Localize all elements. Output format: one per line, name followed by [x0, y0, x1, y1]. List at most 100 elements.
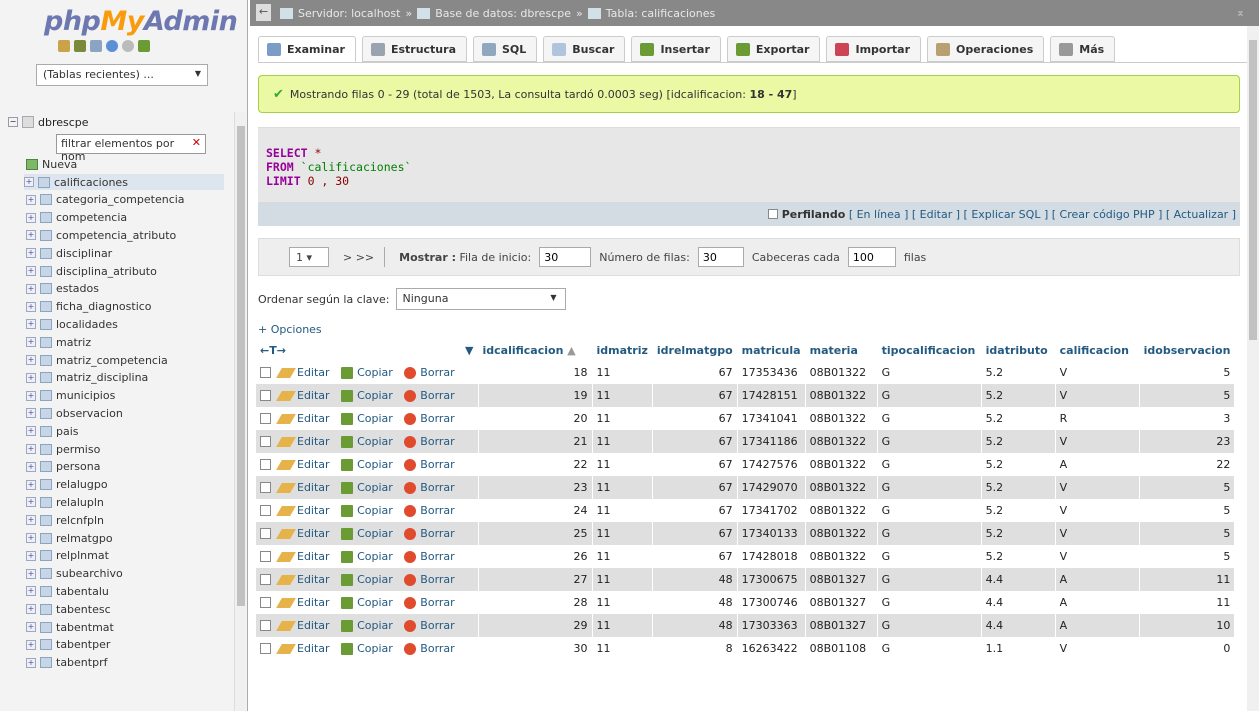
row-checkbox[interactable] — [260, 459, 271, 470]
cell-materia[interactable]: 08B01327 — [805, 568, 878, 591]
cell-idatributo[interactable]: 5.2 — [981, 522, 1056, 545]
cell-calificacion[interactable]: A — [1055, 614, 1140, 637]
page-select[interactable]: 1 ▾ — [289, 247, 329, 267]
cell-matricula[interactable]: 17341041 — [737, 407, 806, 430]
expand-icon[interactable]: + — [26, 533, 36, 543]
delete-link[interactable]: Borrar — [420, 435, 454, 448]
cell-matricula[interactable]: 16263422 — [737, 637, 806, 660]
copy-link[interactable]: Copiar — [357, 366, 393, 379]
cell-tipocalificacion[interactable]: G — [877, 430, 982, 453]
copy-link[interactable]: Copiar — [357, 458, 393, 471]
copy-link[interactable]: Copiar — [357, 642, 393, 655]
delete-link[interactable]: Borrar — [420, 366, 454, 379]
cell-idobservacion[interactable]: 5 — [1139, 545, 1236, 568]
sort-key-select[interactable]: Ninguna ▼ — [395, 288, 566, 310]
cell-matricula[interactable]: 17341702 — [737, 499, 806, 522]
cell-idatributo[interactable]: 5.2 — [981, 499, 1056, 522]
row-checkbox[interactable] — [260, 367, 271, 378]
cell-idrelmatgpo[interactable]: 67 — [652, 476, 738, 499]
tab-sql[interactable]: SQL — [473, 36, 538, 62]
delete-link[interactable]: Borrar — [420, 389, 454, 402]
delete-link[interactable]: Borrar — [420, 458, 454, 471]
cell-calificacion[interactable]: V — [1055, 430, 1140, 453]
cell-idobservacion[interactable]: 22 — [1139, 453, 1236, 476]
cell-idcalificacion[interactable]: 22 — [478, 453, 593, 476]
db-item[interactable]: − dbrescpe — [8, 114, 89, 130]
sidebar-table-relalupln[interactable]: + relalupln — [26, 494, 104, 510]
delete-link[interactable]: Borrar — [420, 481, 454, 494]
cell-tipocalificacion[interactable]: G — [877, 476, 982, 499]
expand-icon[interactable]: + — [26, 515, 36, 526]
sidebar-table-tabentprf[interactable]: + tabentprf — [26, 655, 107, 671]
expand-icon[interactable]: + — [26, 248, 36, 259]
sidebar-table-pais[interactable]: + pais — [26, 423, 79, 439]
navigation-scrollbar[interactable] — [234, 112, 246, 711]
expand-icon[interactable]: + — [26, 355, 36, 365]
start-row-input[interactable] — [539, 247, 592, 267]
cell-tipocalificacion[interactable]: G — [877, 591, 982, 614]
cell-materia[interactable]: 08B01322 — [805, 384, 878, 407]
copy-link[interactable]: Copiar — [357, 412, 393, 425]
tab-examinar[interactable]: Examinar — [258, 36, 356, 62]
cell-idmatriz[interactable]: 11 — [592, 476, 653, 499]
cell-idobservacion[interactable]: 5 — [1139, 476, 1236, 499]
cell-calificacion[interactable]: V — [1055, 545, 1140, 568]
phpmyadmin-logo[interactable]: phpMyAdmin — [44, 6, 238, 37]
cell-idrelmatgpo[interactable]: 67 — [652, 407, 738, 430]
cell-idrelmatgpo[interactable]: 67 — [652, 545, 738, 568]
row-checkbox[interactable] — [260, 436, 271, 447]
sql-icon[interactable] — [90, 40, 102, 52]
home-icon[interactable] — [58, 40, 70, 52]
delete-link[interactable]: Borrar — [420, 504, 454, 517]
row-checkbox[interactable] — [260, 528, 271, 539]
page-scrollbar[interactable] — [1247, 26, 1259, 711]
row-checkbox[interactable] — [260, 620, 271, 631]
cell-idmatriz[interactable]: 11 — [592, 568, 653, 591]
sidebar-table-subearchivo[interactable]: + subearchivo — [26, 566, 123, 582]
expand-icon[interactable]: + — [26, 479, 36, 490]
cell-matricula[interactable]: 17340133 — [737, 522, 806, 545]
cell-idcalificacion[interactable]: 29 — [478, 614, 593, 637]
cell-idmatriz[interactable]: 11 — [592, 407, 653, 430]
next-page-button[interactable]: > >> — [343, 251, 374, 264]
cell-idmatriz[interactable]: 11 — [592, 637, 653, 660]
help-icon[interactable] — [106, 40, 118, 52]
column-header-idobservacion[interactable]: idobservacion — [1139, 340, 1236, 361]
cell-idrelmatgpo[interactable]: 48 — [652, 614, 738, 637]
cell-idobservacion[interactable]: 5 — [1139, 361, 1236, 384]
tab-exportar[interactable]: Exportar — [726, 36, 821, 62]
column-header-idrelmatgpo[interactable]: idrelmatgpo — [652, 340, 738, 361]
row-checkbox[interactable] — [260, 574, 271, 585]
cell-materia[interactable]: 08B01322 — [805, 476, 878, 499]
cell-idrelmatgpo[interactable]: 48 — [652, 591, 738, 614]
cell-idcalificacion[interactable]: 19 — [478, 384, 593, 407]
expand-icon[interactable]: + — [26, 266, 36, 276]
sidebar-table-municipios[interactable]: + municipios — [26, 388, 115, 404]
delete-link[interactable]: Borrar — [420, 642, 454, 655]
cell-matricula[interactable]: 17428018 — [737, 545, 806, 568]
row-checkbox[interactable] — [260, 390, 271, 401]
profiling-links[interactable]: [ En línea ] [ Editar ] [ Explicar SQL ]… — [849, 208, 1236, 221]
edit-link[interactable]: Editar — [297, 389, 330, 402]
cell-idatributo[interactable]: 4.4 — [981, 568, 1056, 591]
edit-link[interactable]: Editar — [297, 504, 330, 517]
cell-idatributo[interactable]: 4.4 — [981, 614, 1056, 637]
sidebar-table-tabentmat[interactable]: + tabentmat — [26, 619, 114, 635]
edit-link[interactable]: Editar — [297, 366, 330, 379]
cell-tipocalificacion[interactable]: G — [877, 384, 982, 407]
sidebar-table-tabentesc[interactable]: + tabentesc — [26, 601, 111, 617]
cell-calificacion[interactable]: V — [1055, 522, 1140, 545]
tab-estructura[interactable]: Estructura — [361, 36, 467, 62]
tab-buscar[interactable]: Buscar — [543, 36, 626, 62]
cell-tipocalificacion[interactable]: G — [877, 545, 982, 568]
sidebar-table-tabentalu[interactable]: + tabentalu — [26, 583, 109, 599]
cell-materia[interactable]: 08B01322 — [805, 430, 878, 453]
column-header-idcalificacion[interactable]: idcalificacion ▲ — [478, 340, 593, 361]
cell-idobservacion[interactable]: 5 — [1139, 522, 1236, 545]
cell-idatributo[interactable]: 5.2 — [981, 545, 1056, 568]
cell-idrelmatgpo[interactable]: 67 — [652, 430, 738, 453]
expand-icon[interactable]: + — [26, 604, 36, 615]
cell-idcalificacion[interactable]: 23 — [478, 476, 593, 499]
tab-insertar[interactable]: Insertar — [631, 36, 721, 62]
column-header-calificacion[interactable]: calificacion — [1055, 340, 1140, 361]
